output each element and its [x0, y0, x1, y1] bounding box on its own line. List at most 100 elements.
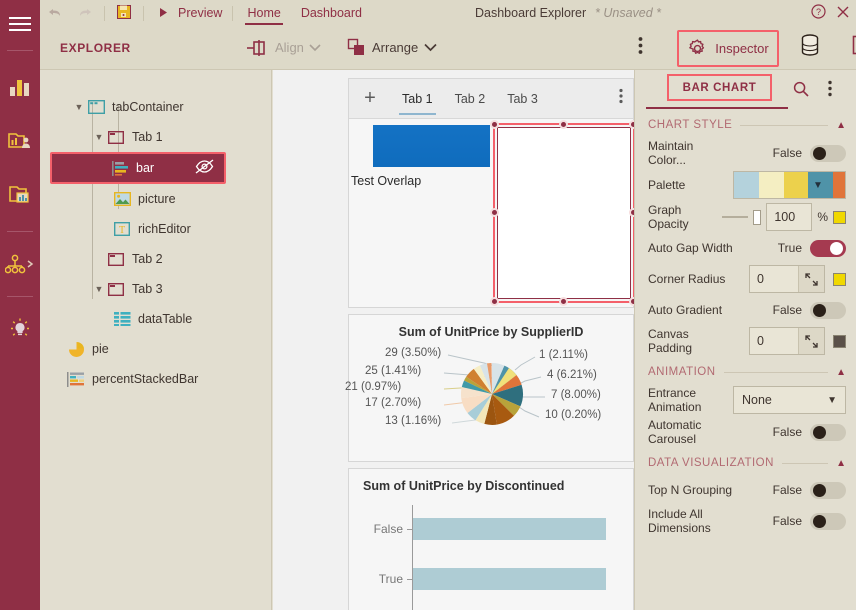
resize-handle-n[interactable] [559, 120, 568, 129]
opacity-color-swatch[interactable] [833, 210, 846, 224]
preview-label[interactable]: Preview [178, 6, 222, 20]
palette-swatch-0[interactable] [734, 172, 759, 198]
corner-radius-input[interactable]: 0 [749, 265, 825, 293]
add-tab-button[interactable]: + [349, 87, 391, 110]
arrange-menu[interactable]: Arrange [347, 38, 437, 57]
tree-node-tab-3[interactable]: ▼ Tab 3 [40, 274, 271, 304]
property-row-canvas-padding[interactable]: Canvas Padding 0 [636, 325, 856, 357]
close-button[interactable] [836, 5, 850, 22]
expand-icon[interactable] [798, 266, 824, 292]
panel-toggle-button[interactable] [852, 35, 856, 60]
maintain-color-toggle[interactable] [810, 144, 846, 162]
inspector-search-button[interactable] [793, 81, 809, 102]
resize-handle-nw[interactable] [490, 120, 499, 129]
save-button[interactable] [109, 4, 139, 22]
tree-node-tabcontainer[interactable]: ▼ tabContainer [40, 92, 271, 122]
section-header-data-visualization[interactable]: DATA VISUALIZATION ▲ [636, 448, 856, 475]
opacity-slider-thumb[interactable] [753, 209, 762, 225]
palette-swatch-4[interactable] [833, 172, 845, 198]
tree-node-pie[interactable]: pie [40, 334, 271, 364]
property-row-entrance-animation[interactable]: Entrance Animation None ▼ [636, 384, 856, 416]
align-menu[interactable]: Align [275, 40, 321, 55]
resize-handle-sw[interactable] [490, 297, 499, 306]
data-source-button[interactable] [800, 34, 820, 61]
resize-handle-e[interactable] [629, 208, 634, 217]
chevron-down-icon[interactable]: ▼ [72, 102, 86, 112]
hamburger-menu-button[interactable] [0, 0, 40, 48]
dashboard-canvas[interactable]: + Tab 1 Tab 2 Tab 3 Test Overlap Sum of … [273, 70, 635, 610]
top-n-grouping-toggle[interactable] [810, 481, 846, 499]
canvas-padding-color-swatch[interactable] [833, 334, 846, 348]
property-row-corner-radius[interactable]: Corner Radius 0 [636, 263, 856, 295]
chevron-down-icon[interactable]: ▼ [92, 132, 106, 142]
resize-handle-w[interactable] [490, 208, 499, 217]
property-row-auto-gradient[interactable]: Auto Gradient False [636, 295, 856, 325]
rail-item-charts[interactable] [0, 65, 40, 109]
bar-chart-row-false[interactable]: False [349, 511, 633, 547]
corner-radius-color-swatch[interactable] [833, 272, 846, 286]
section-header-chart-style[interactable]: CHART STYLE ▲ [636, 110, 856, 137]
property-row-maintain-color[interactable]: Maintain Color... False [636, 137, 856, 169]
rail-item-my-dashboards[interactable] [0, 173, 40, 217]
explorer-overflow-menu[interactable] [638, 36, 643, 60]
property-row-include-all-dimensions[interactable]: Include All Dimensions False [636, 505, 856, 537]
property-row-automatic-carousel[interactable]: Automatic Carousel False [636, 416, 856, 448]
rail-item-shared-dashboards[interactable] [0, 119, 40, 163]
opacity-slider-track[interactable] [722, 216, 749, 218]
menu-item-home[interactable]: Home [237, 0, 290, 26]
blue-bar-widget[interactable] [373, 125, 490, 167]
help-button[interactable]: ? [811, 4, 826, 22]
bar-chart-bar[interactable] [412, 568, 606, 590]
canvas-tab-2[interactable]: Tab 2 [444, 79, 497, 119]
graph-opacity-input[interactable]: 100 [766, 203, 813, 231]
palette-swatch-2[interactable] [783, 172, 809, 198]
expand-icon[interactable] [798, 328, 824, 354]
tree-node-richeditor[interactable]: T richEditor [40, 214, 271, 244]
bar-chart-widget[interactable]: Sum of UnitPrice by Discontinued False T… [348, 468, 634, 610]
entrance-animation-select[interactable]: None ▼ [733, 386, 846, 414]
chevron-down-icon[interactable]: ▼ [810, 172, 826, 198]
property-row-top-n-grouping[interactable]: Top N Grouping False [636, 475, 856, 505]
include-all-dimensions-toggle[interactable] [810, 512, 846, 530]
canvas-tab-3[interactable]: Tab 3 [496, 79, 549, 119]
tree-node-picture[interactable]: picture [40, 184, 271, 214]
resize-handle-ne[interactable] [629, 120, 634, 129]
tree-node-tab-1[interactable]: ▼ Tab 1 [40, 122, 271, 152]
chevron-down-icon[interactable]: ▼ [92, 284, 106, 294]
eye-off-icon[interactable] [195, 159, 214, 177]
auto-gradient-toggle[interactable] [810, 301, 846, 319]
palette-swatch-1[interactable] [758, 172, 784, 198]
pie-chart-widget[interactable]: Sum of UnitPrice by SupplierID 29 (3.50%… [345, 314, 634, 462]
section-header-animation[interactable]: ANIMATION ▲ [636, 357, 856, 384]
undo-button[interactable] [40, 6, 70, 21]
palette-picker[interactable]: ▼ [733, 171, 846, 199]
redo-button[interactable] [70, 6, 100, 21]
tree-node-percentstackedbar[interactable]: percentStackedBar [40, 364, 271, 394]
bar-chart-bar[interactable] [412, 518, 606, 540]
tree-node-bar[interactable]: bar [50, 152, 226, 184]
chevron-up-icon[interactable]: ▲ [836, 367, 846, 378]
inspector-button[interactable]: Inspector [677, 30, 779, 67]
canvas-padding-input[interactable]: 0 [749, 327, 825, 355]
chevron-up-icon[interactable]: ▲ [836, 120, 846, 131]
property-row-palette[interactable]: Palette ▼ [636, 169, 856, 201]
canvas-tab-1[interactable]: Tab 1 [391, 79, 444, 119]
property-row-auto-gap-width[interactable]: Auto Gap Width True [636, 233, 856, 263]
selected-widget-outline[interactable] [490, 120, 634, 306]
canvas-tab-overflow-menu[interactable] [619, 88, 623, 109]
tab-container-widget[interactable]: + Tab 1 Tab 2 Tab 3 Test Overlap [348, 78, 634, 308]
tree-node-tab-2[interactable]: Tab 2 [40, 244, 271, 274]
pin-button[interactable] [245, 39, 267, 57]
property-row-graph-opacity[interactable]: Graph Opacity 100 % [636, 201, 856, 233]
tree-node-datatable[interactable]: dataTable [40, 304, 271, 334]
menu-item-dashboard[interactable]: Dashboard [291, 0, 372, 26]
auto-gap-width-toggle[interactable] [810, 239, 846, 257]
bar-chart-row-true[interactable]: True [349, 561, 633, 597]
preview-play-button[interactable] [148, 6, 178, 21]
chevron-up-icon[interactable]: ▲ [836, 458, 846, 469]
chevron-down-icon[interactable]: ▼ [827, 395, 837, 406]
rail-item-tips[interactable] [0, 307, 40, 351]
resize-handle-s[interactable] [559, 297, 568, 306]
resize-handle-se[interactable] [629, 297, 634, 306]
rail-item-hierarchy[interactable] [0, 242, 40, 286]
